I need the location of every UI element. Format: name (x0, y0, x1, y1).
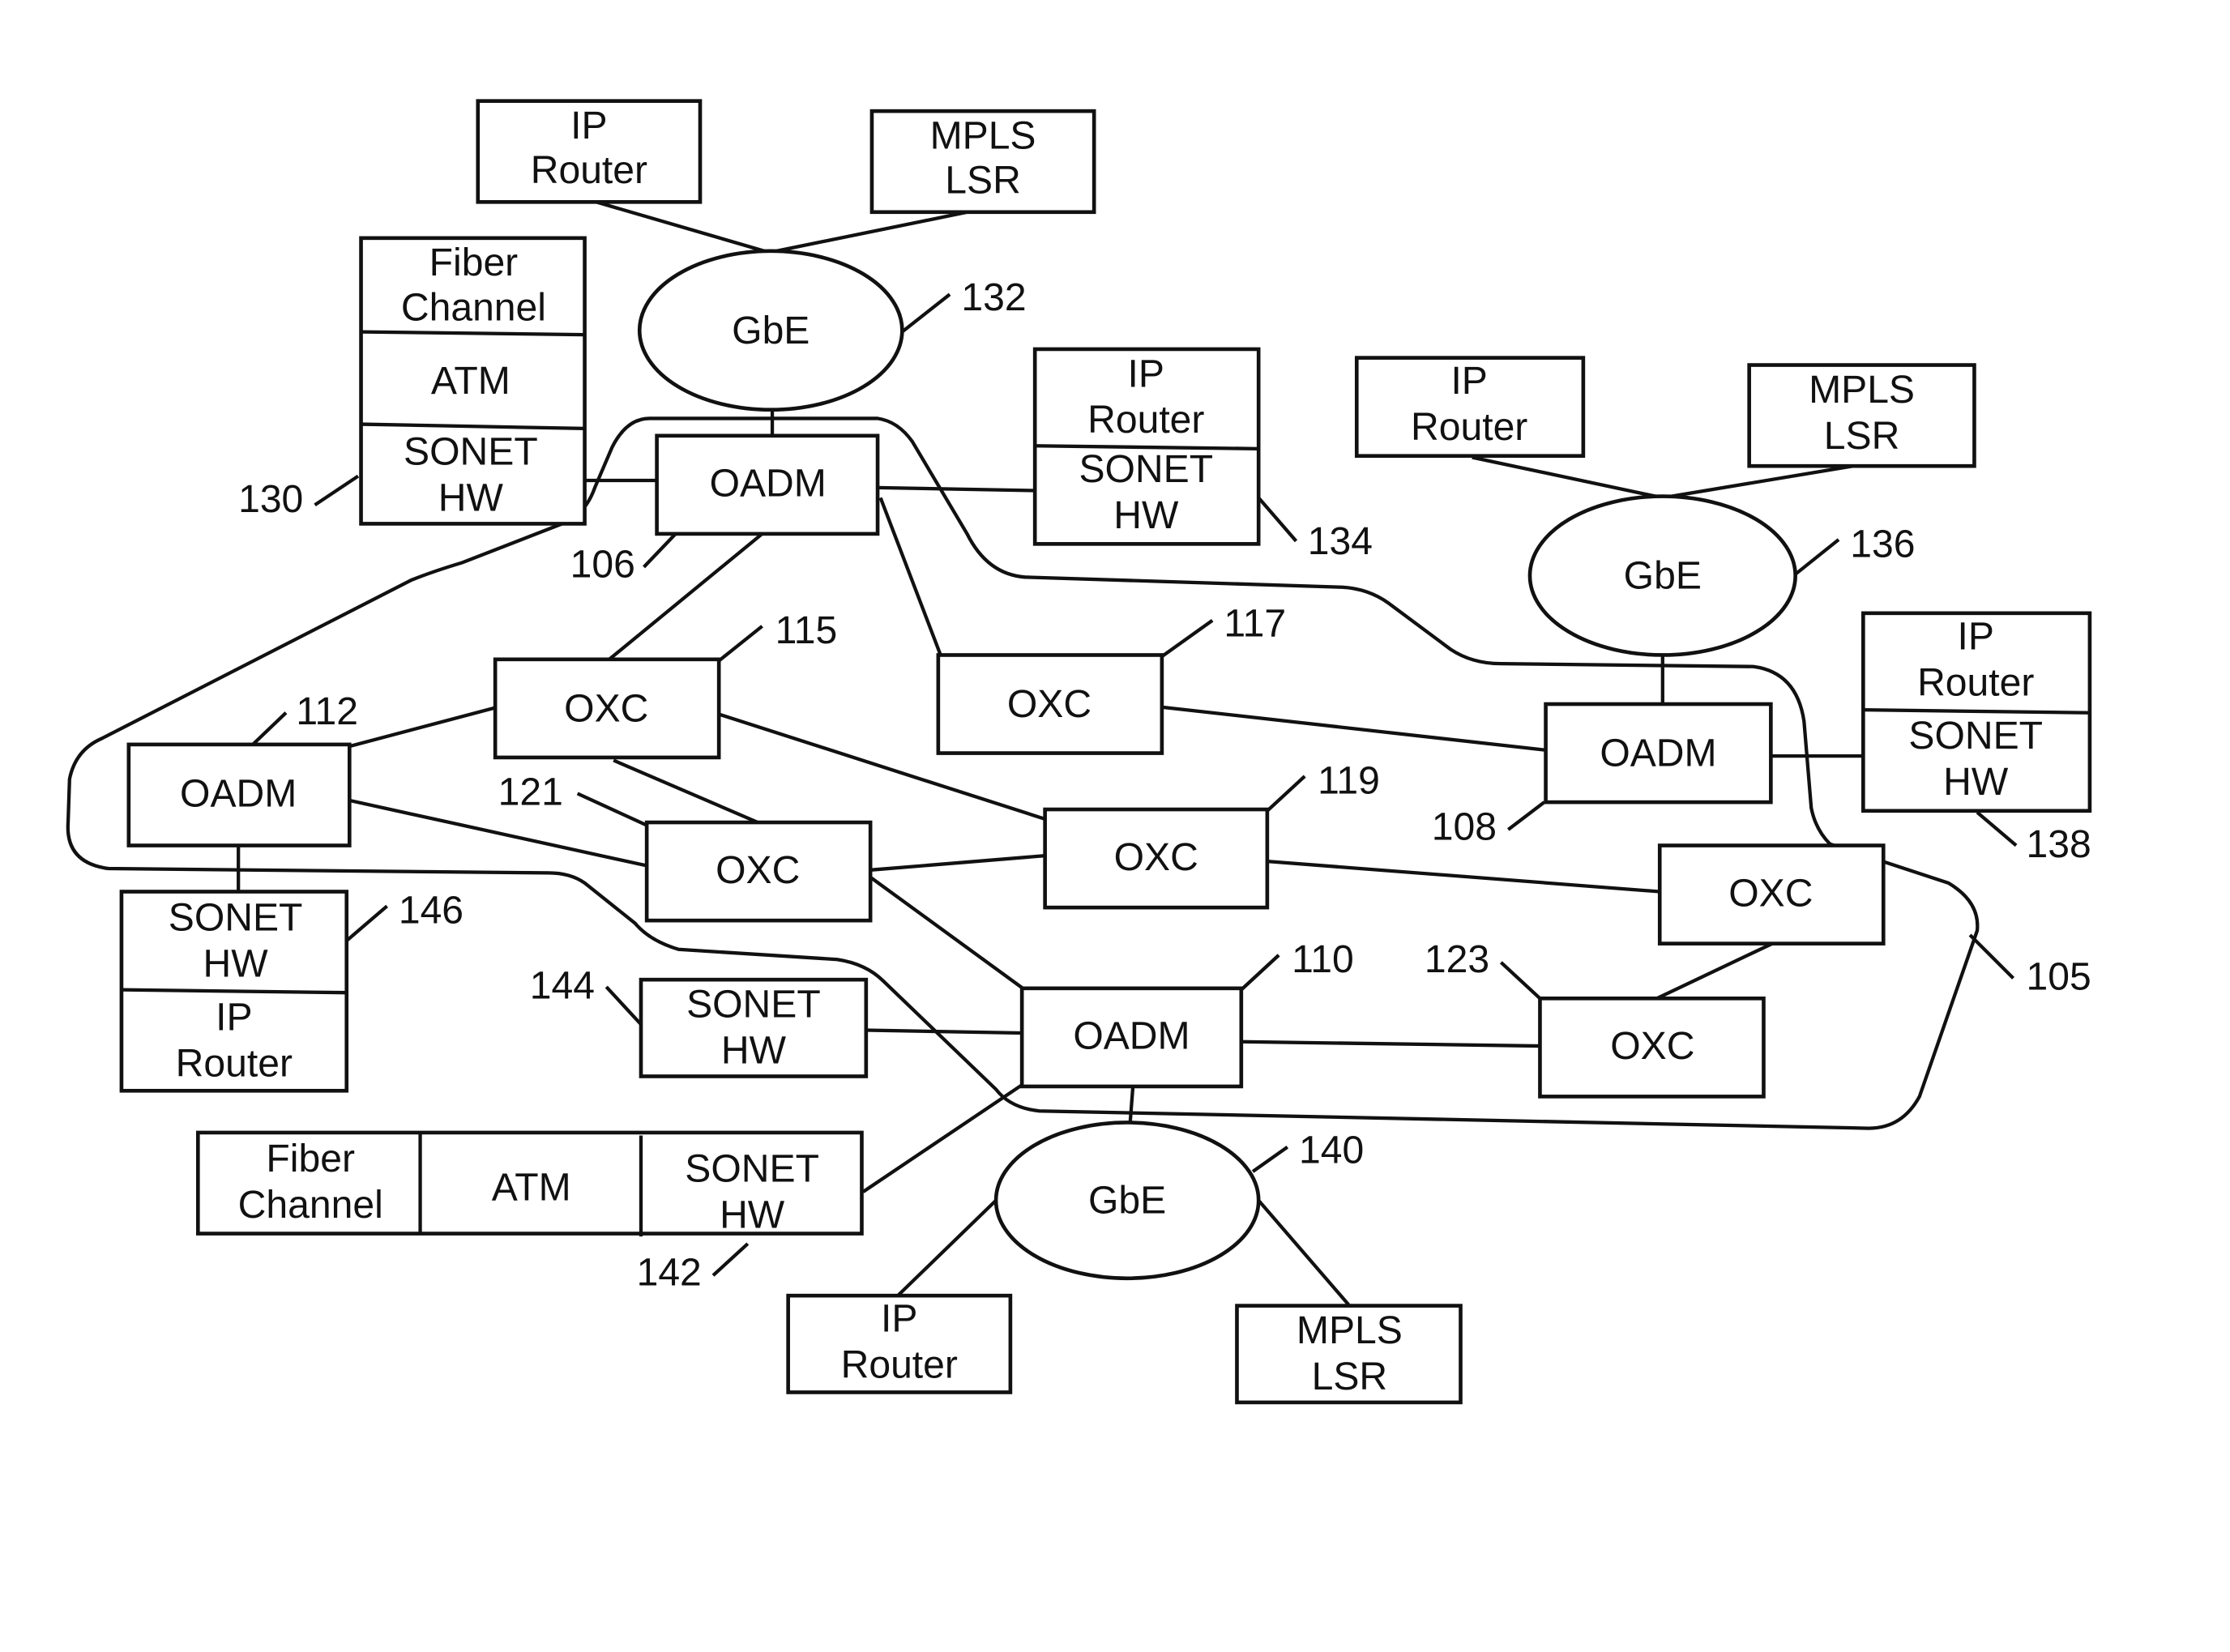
svg-text:Channel: Channel (401, 285, 546, 329)
svg-text:130: 130 (238, 477, 303, 521)
gbe-136: GbE 136 (1527, 494, 1916, 657)
svg-text:GbE: GbE (732, 309, 810, 352)
oxc-119: OXC 119 (1043, 758, 1380, 910)
client-stack-138: IP Router SONET HW 138 (1861, 611, 2092, 866)
svg-text:LSR: LSR (1312, 1355, 1388, 1398)
svg-text:142: 142 (637, 1251, 702, 1295)
oxc-right: OXC (1657, 843, 1886, 946)
svg-text:IP: IP (1128, 352, 1164, 395)
svg-text:HW: HW (203, 942, 269, 986)
svg-text:SONET: SONET (1079, 447, 1213, 491)
client-stack-134: IP Router SONET HW 134 (1032, 347, 1373, 563)
svg-text:HW: HW (438, 476, 504, 519)
svg-text:SONET: SONET (1908, 714, 2043, 758)
svg-text:121: 121 (498, 771, 563, 814)
svg-text:HW: HW (1113, 493, 1179, 537)
svg-text:Router: Router (1411, 405, 1527, 449)
svg-text:Fiber: Fiber (266, 1137, 355, 1180)
oadm-110: OADM 110 (1019, 937, 1354, 1089)
svg-text:110: 110 (1292, 937, 1354, 981)
svg-text:117: 117 (1224, 601, 1286, 645)
svg-text:GbE: GbE (1624, 554, 1702, 598)
svg-text:IP: IP (1450, 359, 1487, 403)
client-stack-130: Fiber Channel ATM SONET HW 130 (238, 236, 587, 526)
svg-text:146: 146 (399, 889, 464, 933)
svg-text:134: 134 (1308, 519, 1373, 563)
svg-text:IP: IP (216, 995, 252, 1039)
oadm-112: OADM 112 (126, 689, 358, 847)
svg-text:MPLS: MPLS (930, 113, 1036, 157)
network-diagram: 105 IP Router MPLS LSR GbE 132 Fiber Cha… (66, 99, 2092, 1405)
svg-text:138: 138 (2027, 822, 2091, 866)
gbe-140: GbE 140 (993, 1121, 1364, 1281)
svg-text:Router: Router (1087, 398, 1204, 442)
svg-text:IP: IP (1958, 614, 1994, 658)
gbe-132: GbE 132 (637, 249, 1027, 412)
mpls-lsr-top: MPLS LSR (869, 109, 1096, 215)
svg-text:OADM: OADM (710, 462, 827, 506)
svg-text:OADM: OADM (1600, 732, 1716, 775)
mpls-lsr-right: MPLS LSR (1747, 363, 1976, 468)
svg-text:OXC: OXC (1114, 835, 1198, 879)
svg-text:106: 106 (570, 542, 635, 586)
svg-text:HW: HW (1943, 760, 2009, 804)
oxc-117: OXC 117 (936, 601, 1286, 755)
svg-text:OXC: OXC (1728, 871, 1813, 915)
svg-text:LSR: LSR (1824, 414, 1900, 458)
svg-text:132: 132 (961, 275, 1026, 319)
svg-text:SONET: SONET (169, 896, 303, 940)
svg-text:Router: Router (176, 1041, 293, 1085)
ring-105-leader (1968, 933, 2015, 980)
svg-text:SONET: SONET (685, 1146, 819, 1190)
mpls-lsr-bottom: MPLS LSR (1235, 1304, 1463, 1405)
svg-text:Router: Router (1917, 660, 2034, 704)
client-stack-146: SONET HW IP Router 146 (119, 889, 464, 1093)
svg-text:HW: HW (721, 1028, 787, 1072)
svg-text:MPLS: MPLS (1809, 368, 1915, 412)
svg-text:IP: IP (881, 1297, 917, 1341)
client-stack-142: Fiber Channel ATM SONET HW 142 (195, 1130, 864, 1295)
svg-text:ATM: ATM (492, 1166, 571, 1210)
svg-text:OADM: OADM (1073, 1014, 1190, 1058)
svg-text:OXC: OXC (716, 848, 800, 892)
svg-text:140: 140 (1299, 1128, 1364, 1172)
svg-text:OXC: OXC (1007, 682, 1092, 726)
svg-text:OXC: OXC (1610, 1024, 1694, 1068)
svg-text:115: 115 (775, 608, 838, 652)
client-stack-144: SONET HW 144 (530, 963, 869, 1078)
svg-text:LSR: LSR (945, 159, 1021, 203)
svg-text:Router: Router (531, 148, 647, 192)
svg-text:144: 144 (530, 963, 595, 1007)
svg-text:SONET: SONET (686, 982, 821, 1026)
svg-text:OXC: OXC (564, 686, 648, 730)
svg-text:SONET: SONET (404, 429, 538, 473)
svg-text:ATM: ATM (431, 359, 511, 403)
ip-router-top: IP Router (476, 99, 703, 204)
svg-text:Router: Router (841, 1343, 958, 1387)
svg-text:Channel: Channel (238, 1183, 383, 1227)
svg-text:Fiber: Fiber (429, 241, 519, 284)
svg-text:112: 112 (296, 689, 358, 733)
ip-router-right: IP Router (1354, 356, 1586, 459)
svg-text:119: 119 (1318, 758, 1380, 802)
svg-text:MPLS: MPLS (1297, 1308, 1403, 1352)
oadm-108: OADM 108 (1432, 702, 1773, 848)
svg-text:GbE: GbE (1088, 1179, 1166, 1223)
svg-text:108: 108 (1432, 805, 1497, 848)
svg-text:136: 136 (1850, 522, 1915, 566)
ip-router-bottom: IP Router (786, 1293, 1013, 1394)
svg-text:123: 123 (1425, 937, 1489, 981)
svg-text:OADM: OADM (180, 771, 297, 815)
ref-105: 105 (2027, 955, 2091, 999)
oxc-123: OXC 123 (1425, 937, 1766, 1099)
svg-text:IP: IP (570, 104, 607, 147)
svg-text:HW: HW (720, 1193, 785, 1236)
